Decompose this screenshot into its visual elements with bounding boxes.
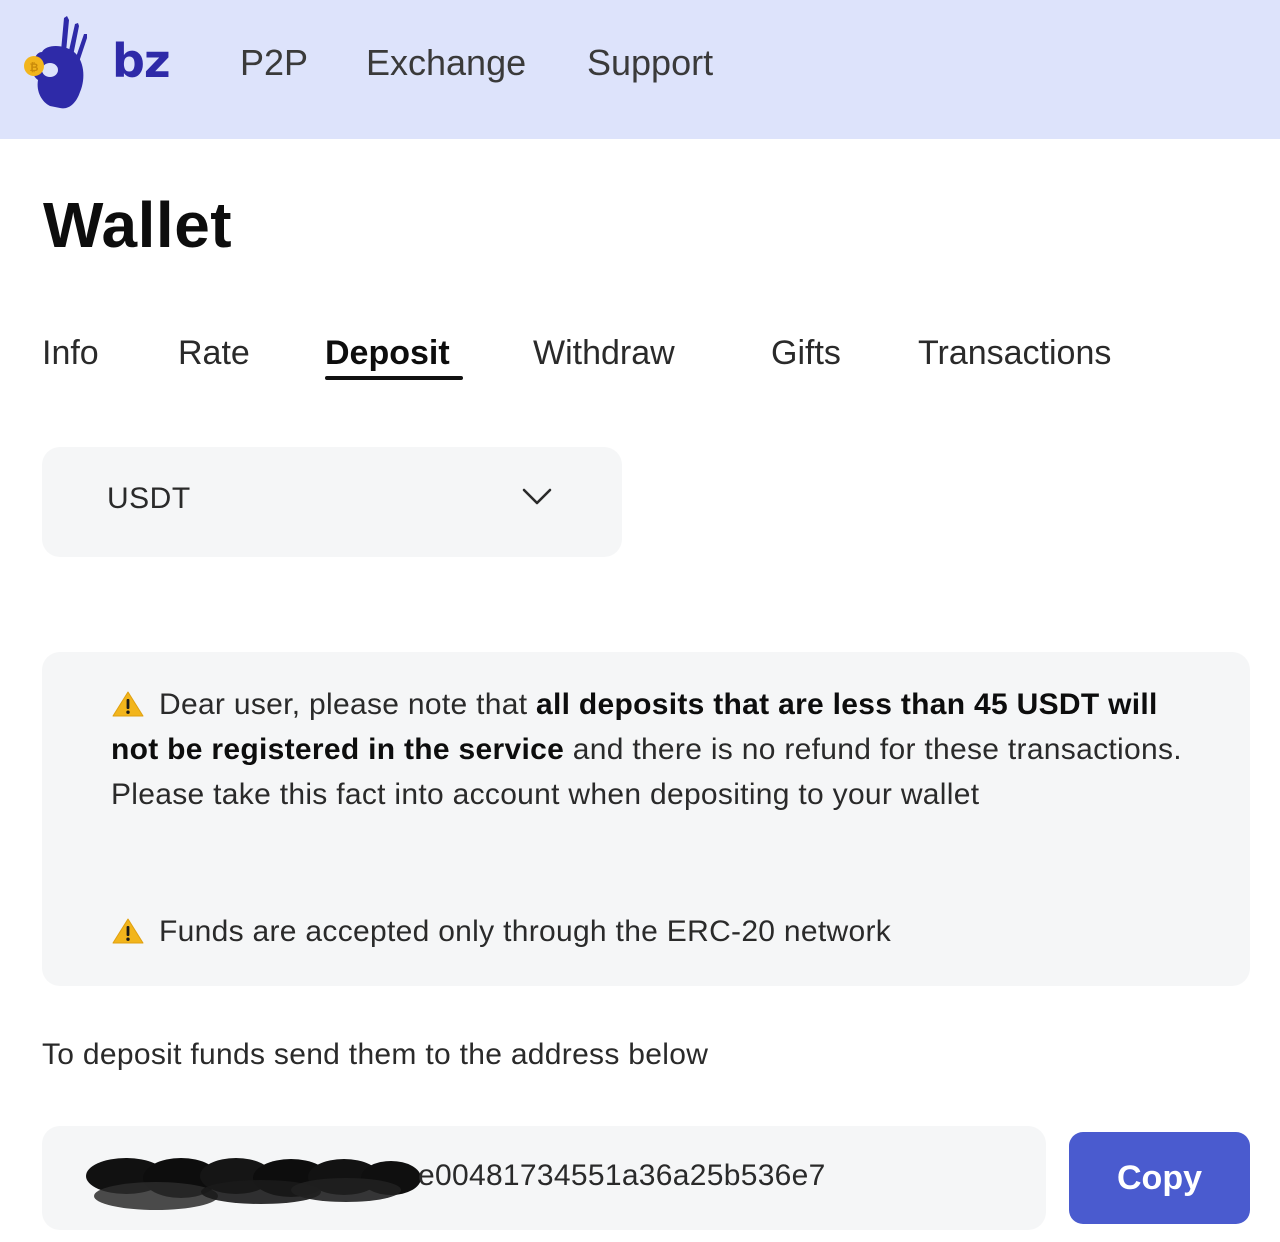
currency-select[interactable]: USDT bbox=[42, 447, 622, 557]
nav-link-support[interactable]: Support bbox=[587, 42, 713, 84]
network-warning-text: Funds are accepted only through the ERC-… bbox=[159, 915, 892, 948]
tab-withdraw[interactable]: Withdraw bbox=[533, 334, 675, 373]
bz-logo-icon[interactable]: ₿ bbox=[20, 12, 92, 112]
deposit-notice: Dear user, please note that all deposits… bbox=[42, 652, 1250, 986]
nav-link-p2p[interactable]: P2P bbox=[240, 42, 308, 84]
currency-select-value: USDT bbox=[107, 482, 191, 515]
nav-link-exchange[interactable]: Exchange bbox=[366, 42, 526, 84]
tab-transactions[interactable]: Transactions bbox=[918, 334, 1111, 373]
active-tab-indicator bbox=[325, 376, 463, 380]
tab-rate[interactable]: Rate bbox=[178, 334, 250, 373]
deposit-address-text: e00481734551a36a25b536e7 bbox=[418, 1159, 826, 1192]
copy-address-button[interactable]: Copy bbox=[1069, 1132, 1250, 1224]
warning-icon bbox=[111, 913, 145, 944]
deposit-instructions: To deposit funds send them to the addres… bbox=[42, 1038, 709, 1071]
top-navigation-bar: ₿ bz P2P Exchange Support bbox=[0, 0, 1280, 139]
network-warning: Funds are accepted only through the ERC-… bbox=[111, 909, 891, 954]
tab-gifts[interactable]: Gifts bbox=[771, 334, 841, 373]
minimum-deposit-warning: Dear user, please note that all deposits… bbox=[111, 682, 1201, 817]
warning-icon bbox=[111, 686, 145, 717]
address-redaction bbox=[86, 1156, 426, 1212]
deposit-address-field[interactable]: e00481734551a36a25b536e7 bbox=[42, 1126, 1046, 1230]
warning-text-intro: Dear user, please note that bbox=[159, 688, 536, 721]
brand-logo-text[interactable]: bz bbox=[112, 34, 171, 88]
svg-text:₿: ₿ bbox=[30, 61, 39, 74]
page-title: Wallet bbox=[43, 189, 233, 261]
tab-info[interactable]: Info bbox=[42, 334, 99, 373]
tab-deposit[interactable]: Deposit bbox=[325, 334, 450, 373]
chevron-down-icon bbox=[520, 484, 554, 508]
